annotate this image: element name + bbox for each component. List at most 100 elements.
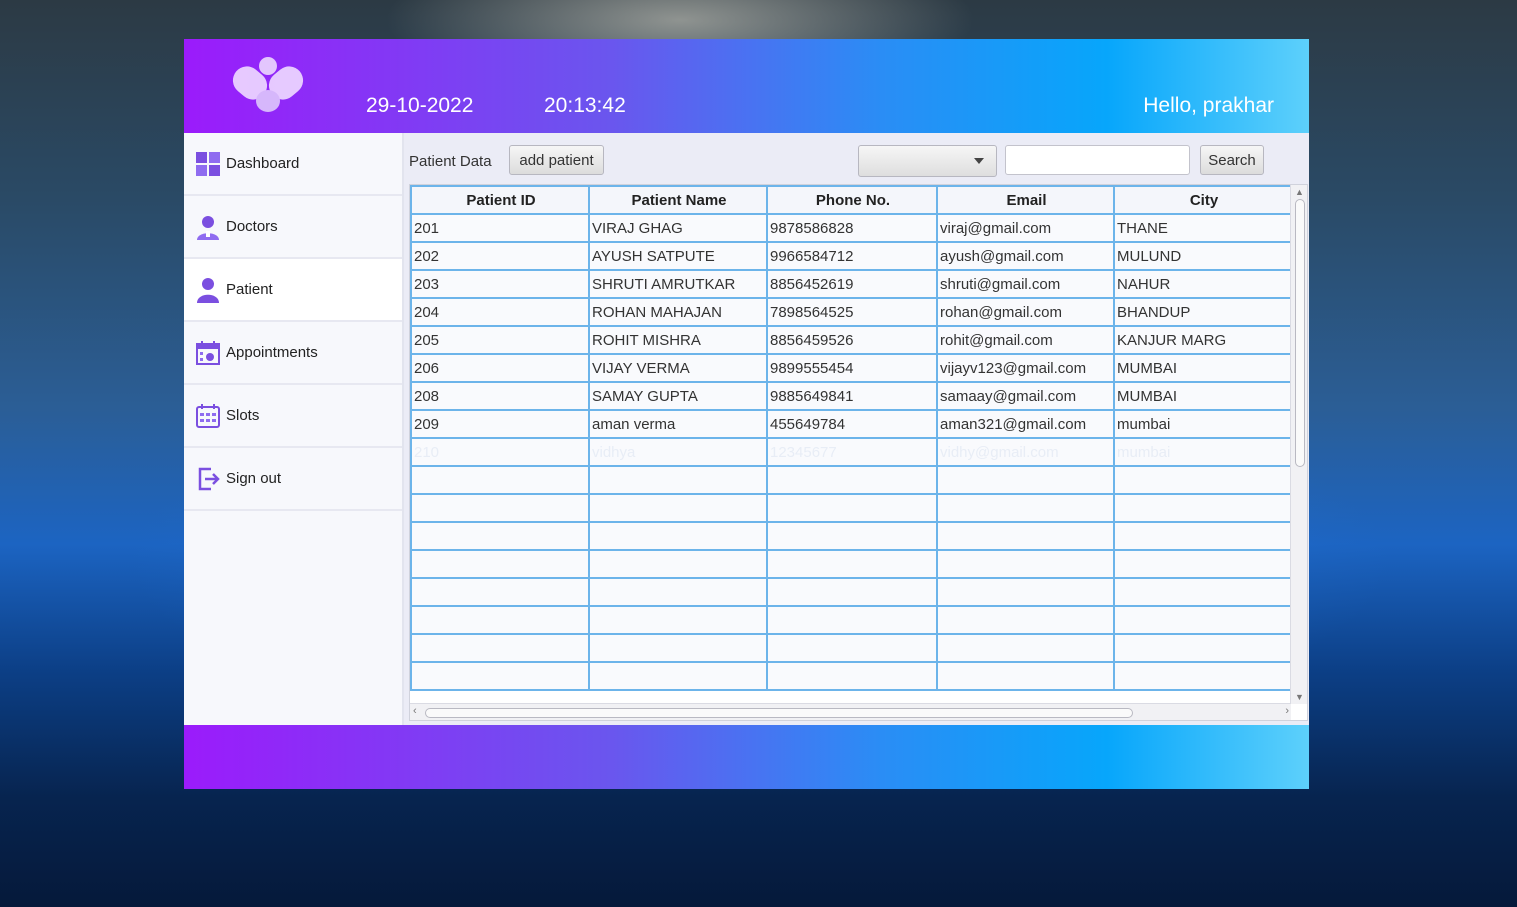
vertical-scrollbar[interactable]: ▲ ▼ bbox=[1290, 185, 1307, 704]
table-body: 201 VIRAJ GHAG 9878586828 viraj@gmail.com TH… bbox=[410, 213, 1293, 691]
table-cell[interactable]: 201 bbox=[410, 213, 590, 243]
empty-table-row bbox=[410, 605, 1293, 635]
table-cell[interactable]: ayush@gmail.com bbox=[936, 241, 1115, 271]
empty-table-row bbox=[410, 549, 1293, 579]
table-cell bbox=[410, 577, 590, 607]
table-cell[interactable]: 7898564525 bbox=[766, 297, 938, 327]
table-cell[interactable]: 204 bbox=[410, 297, 590, 327]
scroll-left-icon[interactable]: ‹ bbox=[413, 705, 417, 717]
scrollbar-thumb[interactable] bbox=[425, 708, 1133, 718]
footer-bar bbox=[184, 725, 1309, 789]
table-cell[interactable]: shruti@gmail.com bbox=[936, 269, 1115, 299]
scroll-down-icon[interactable]: ▼ bbox=[1295, 692, 1304, 702]
table-cell[interactable]: VIJAY VERMA bbox=[588, 353, 768, 383]
table-cell[interactable]: 205 bbox=[410, 325, 590, 355]
table-cell bbox=[936, 493, 1115, 523]
table-cell[interactable]: 209 bbox=[410, 409, 590, 439]
table-cell bbox=[766, 549, 938, 579]
table-cell[interactable]: 9899555454 bbox=[766, 353, 938, 383]
table-cell[interactable]: 455649784 bbox=[766, 409, 938, 439]
table-cell[interactable]: AYUSH SATPUTE bbox=[588, 241, 768, 271]
table-cell[interactable]: KANJUR MARG bbox=[1113, 325, 1293, 355]
table-cell[interactable]: BHANDUP bbox=[1113, 297, 1293, 327]
sidebar-item-sign-out[interactable]: Sign out bbox=[184, 448, 402, 511]
table-cell[interactable]: 203 bbox=[410, 269, 590, 299]
table-cell[interactable]: 9878586828 bbox=[766, 213, 938, 243]
table-cell[interactable]: 206 bbox=[410, 353, 590, 383]
table-cell[interactable]: SHRUTI AMRUTKAR bbox=[588, 269, 768, 299]
table-row[interactable]: 206 VIJAY VERMA 9899555454 vijayv123@gmail.… bbox=[410, 353, 1293, 383]
table-cell bbox=[1113, 465, 1293, 495]
table-cell bbox=[1113, 577, 1293, 607]
table-cell[interactable]: MUMBAI bbox=[1113, 381, 1293, 411]
table-cell[interactable]: THANE bbox=[1113, 213, 1293, 243]
column-header[interactable]: Patient ID bbox=[410, 185, 590, 215]
table-cell[interactable]: 8856459526 bbox=[766, 325, 938, 355]
patient-icon bbox=[197, 277, 219, 303]
sidebar-item-label: Doctors bbox=[226, 218, 278, 235]
scroll-right-icon[interactable]: › bbox=[1285, 705, 1289, 717]
table-cell bbox=[410, 465, 590, 495]
column-header[interactable]: City bbox=[1113, 185, 1293, 215]
table-cell[interactable]: 9885649841 bbox=[766, 381, 938, 411]
search-filter-dropdown[interactable] bbox=[858, 145, 997, 177]
table-cell bbox=[936, 661, 1115, 691]
add-patient-button[interactable]: add patient bbox=[509, 145, 604, 175]
table-cell[interactable]: 210 bbox=[410, 437, 590, 467]
table-row[interactable]: 204 ROHAN MAHAJAN 7898564525 rohan@gmail.co… bbox=[410, 297, 1293, 327]
search-input[interactable] bbox=[1005, 145, 1190, 175]
patient-data-grid: Patient ID Patient Name Phone No. Email City… bbox=[410, 185, 1293, 691]
table-row[interactable]: 201 VIRAJ GHAG 9878586828 viraj@gmail.com TH… bbox=[410, 213, 1293, 243]
table-cell bbox=[766, 465, 938, 495]
table-cell[interactable]: mumbai bbox=[1113, 409, 1293, 439]
table-cell[interactable]: 202 bbox=[410, 241, 590, 271]
empty-table-row bbox=[410, 661, 1293, 691]
table-cell[interactable]: 208 bbox=[410, 381, 590, 411]
table-cell[interactable]: mumbai bbox=[1113, 437, 1293, 467]
table-cell[interactable]: MUMBAI bbox=[1113, 353, 1293, 383]
sidebar-item-dashboard[interactable]: Dashboard bbox=[184, 133, 402, 196]
scroll-up-icon[interactable]: ▲ bbox=[1295, 187, 1304, 197]
table-cell[interactable]: 8856452619 bbox=[766, 269, 938, 299]
sidebar-item-slots[interactable]: Slots bbox=[184, 385, 402, 448]
table-row[interactable]: 203 SHRUTI AMRUTKAR 8856452619 shruti@gmail… bbox=[410, 269, 1293, 299]
search-button[interactable]: Search bbox=[1200, 145, 1264, 175]
sidebar-item-appointments[interactable]: Appointments bbox=[184, 322, 402, 385]
table-cell bbox=[766, 633, 938, 663]
table-cell[interactable]: NAHUR bbox=[1113, 269, 1293, 299]
table-cell[interactable]: viraj@gmail.com bbox=[936, 213, 1115, 243]
patient-table[interactable]: Patient ID Patient Name Phone No. Email City… bbox=[409, 184, 1308, 721]
table-cell[interactable]: SAMAY GUPTA bbox=[588, 381, 768, 411]
sidebar-item-label: Patient bbox=[226, 281, 273, 298]
table-cell[interactable]: samaay@gmail.com bbox=[936, 381, 1115, 411]
table-row[interactable]: 205 ROHIT MISHRA 8856459526 rohit@gmail.com… bbox=[410, 325, 1293, 355]
table-cell[interactable]: 12345677 bbox=[766, 437, 938, 467]
sidebar-item-doctors[interactable]: Doctors bbox=[184, 196, 402, 259]
table-cell bbox=[936, 605, 1115, 635]
table-cell bbox=[588, 633, 768, 663]
sidebar-item-patient[interactable]: Patient bbox=[184, 259, 402, 322]
table-cell[interactable]: MULUND bbox=[1113, 241, 1293, 271]
horizontal-scrollbar[interactable]: ‹ › bbox=[410, 703, 1291, 720]
table-cell[interactable]: VIRAJ GHAG bbox=[588, 213, 768, 243]
column-header[interactable]: Phone No. bbox=[766, 185, 938, 215]
table-row[interactable]: 210 vidhya 12345677 vidhy@gmail.com mumbai bbox=[410, 437, 1293, 467]
table-cell[interactable]: ROHIT MISHRA bbox=[588, 325, 768, 355]
table-row[interactable]: 202 AYUSH SATPUTE 9966584712 ayush@gmail.co… bbox=[410, 241, 1293, 271]
column-header[interactable]: Email bbox=[936, 185, 1115, 215]
scrollbar-thumb[interactable] bbox=[1295, 199, 1305, 467]
table-cell[interactable]: rohan@gmail.com bbox=[936, 297, 1115, 327]
table-cell[interactable]: ROHAN MAHAJAN bbox=[588, 297, 768, 327]
table-cell[interactable]: vidhy@gmail.com bbox=[936, 437, 1115, 467]
table-cell[interactable]: vidhya bbox=[588, 437, 768, 467]
sidebar-item-label: Dashboard bbox=[226, 155, 300, 172]
column-header[interactable]: Patient Name bbox=[588, 185, 768, 215]
table-cell[interactable]: vijayv123@gmail.com bbox=[936, 353, 1115, 383]
table-cell[interactable]: rohit@gmail.com bbox=[936, 325, 1115, 355]
table-cell[interactable]: 9966584712 bbox=[766, 241, 938, 271]
table-cell[interactable]: aman verma bbox=[588, 409, 768, 439]
table-row[interactable]: 209 aman verma 455649784 aman321@gmail.com m… bbox=[410, 409, 1293, 439]
table-row[interactable]: 208 SAMAY GUPTA 9885649841 samaay@gmail.com… bbox=[410, 381, 1293, 411]
table-cell bbox=[766, 493, 938, 523]
table-cell[interactable]: aman321@gmail.com bbox=[936, 409, 1115, 439]
